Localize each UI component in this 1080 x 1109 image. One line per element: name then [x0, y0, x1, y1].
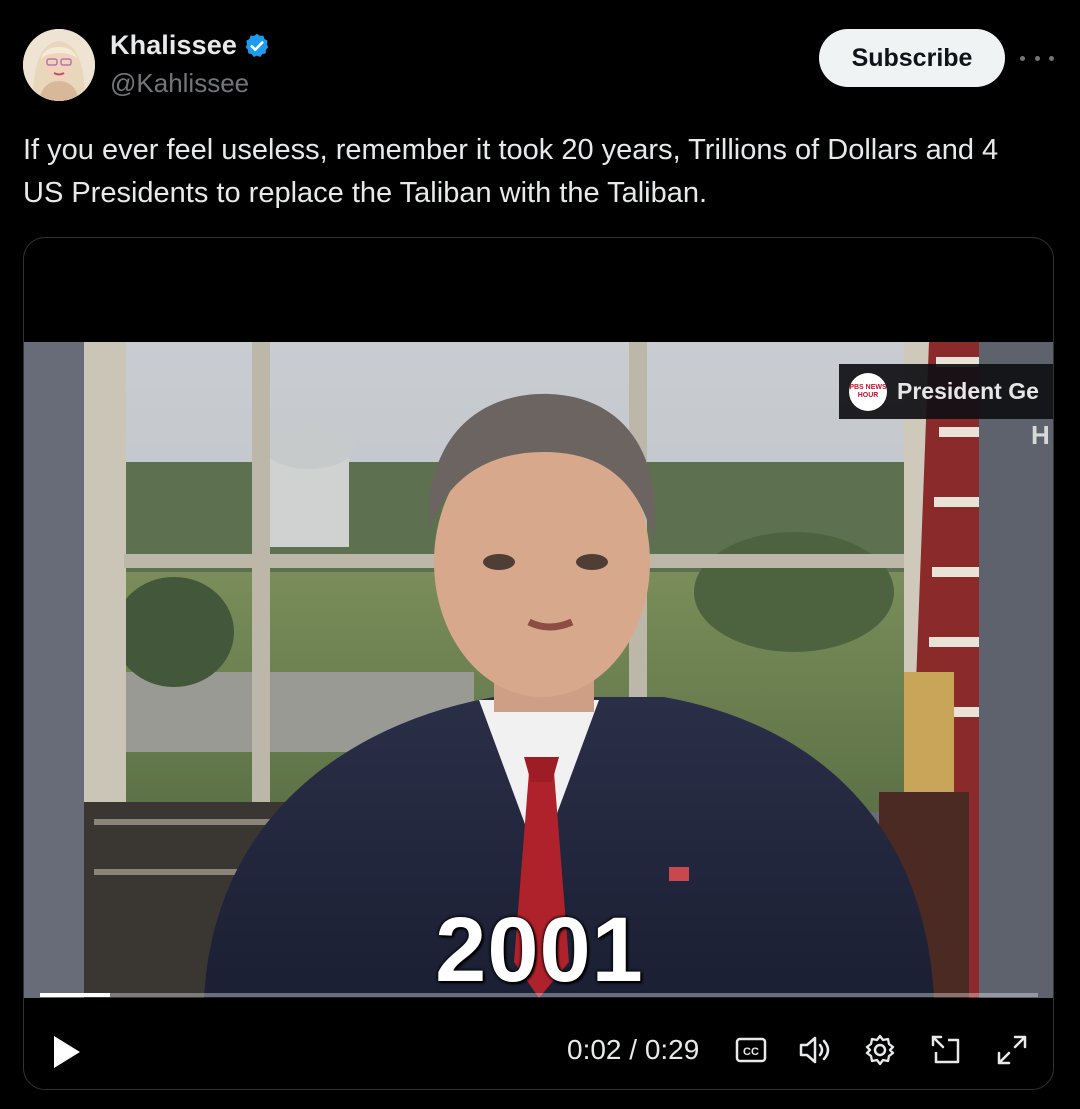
avatar[interactable] [23, 29, 95, 101]
more-horizontal-icon[interactable] [1020, 44, 1054, 72]
pbs-newshour-logo: PBS NEWS HOUR [849, 372, 887, 411]
picture-in-picture-icon[interactable] [928, 1032, 964, 1068]
gear-icon[interactable] [862, 1032, 898, 1068]
news-overlay: PBS NEWS HOUR President Ge [839, 364, 1053, 419]
display-name[interactable]: Khalissee [110, 30, 237, 61]
news-overlay-title: President Ge [897, 378, 1039, 404]
author-name-row[interactable]: Khalissee [110, 30, 271, 61]
video-progress-bar[interactable] [40, 993, 1038, 997]
svg-text:CC: CC [743, 1046, 759, 1058]
video-controls: 0:02 / 0:29 CC [24, 998, 1053, 1089]
video-progress-fill [40, 993, 110, 997]
user-handle[interactable]: @Kahlissee [110, 68, 249, 99]
tweet: Khalissee @Kahlissee Subscribe If you ev… [0, 0, 1080, 1109]
subscribe-button[interactable]: Subscribe [819, 29, 1005, 87]
video-caption-year: 2001 [435, 899, 644, 1001]
post-text: If you ever feel useless, remember it to… [23, 134, 999, 209]
news-overlay-subtitle: H [1031, 420, 1050, 450]
closed-captions-icon[interactable]: CC [733, 1032, 769, 1068]
play-icon[interactable] [51, 1034, 83, 1070]
video-player[interactable]: PBS NEWS HOUR President Ge H 2001 0:02 /… [23, 237, 1054, 1090]
fullscreen-icon[interactable] [994, 1032, 1030, 1068]
volume-icon[interactable] [796, 1032, 832, 1068]
profile-photo [23, 29, 95, 101]
verified-badge-icon [243, 32, 271, 60]
video-time: 0:02 / 0:29 [567, 1034, 700, 1065]
